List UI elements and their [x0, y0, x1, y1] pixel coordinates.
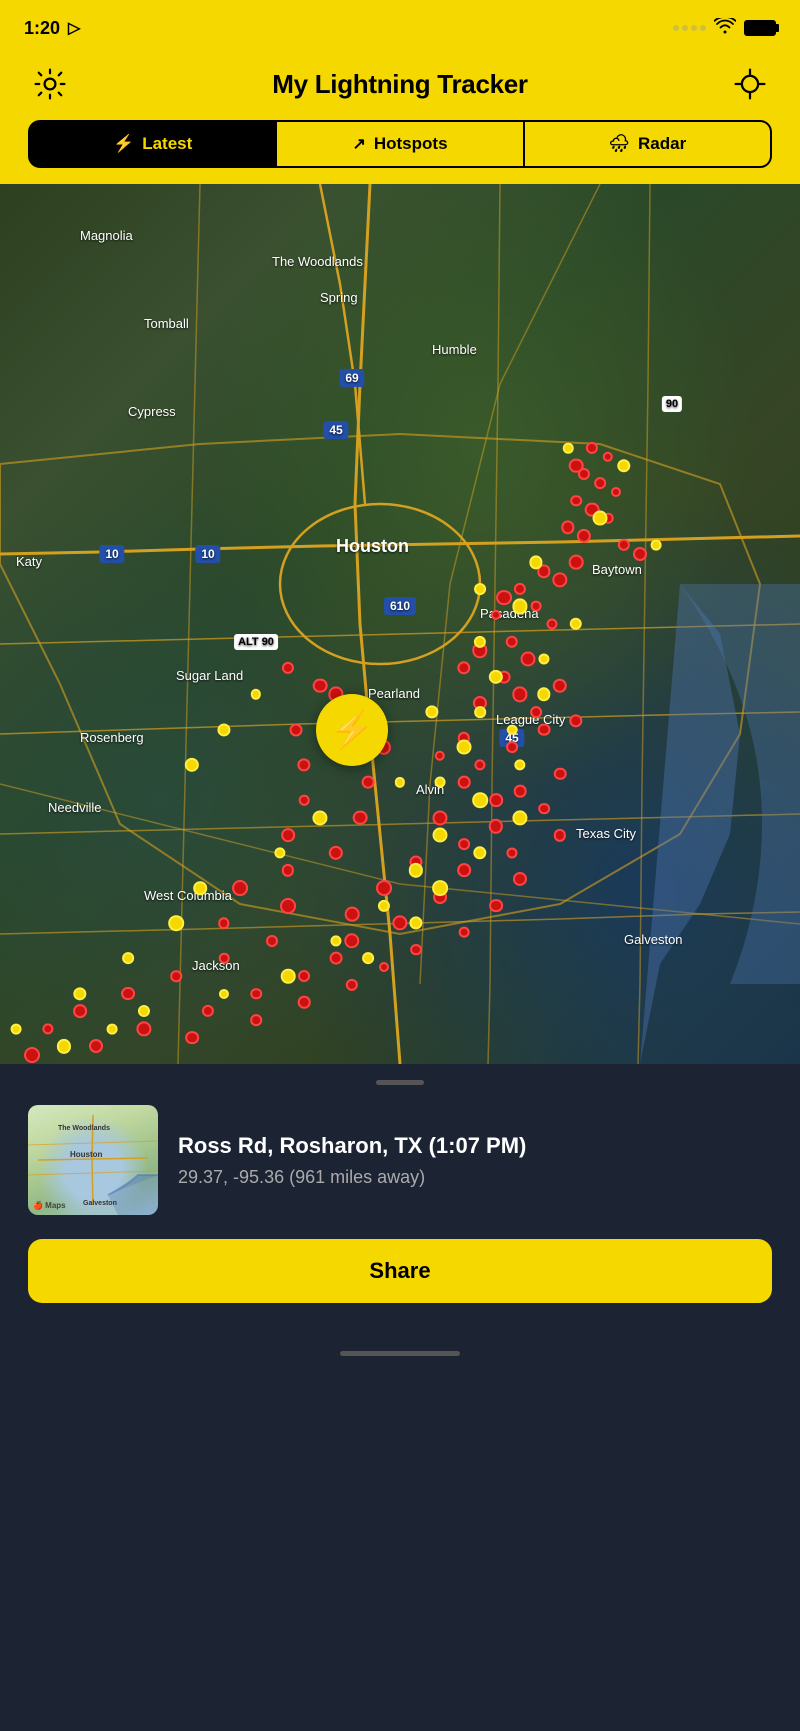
tab-hotspots-label: Hotspots [374, 134, 448, 154]
location-name: Ross Rd, Rosharon, TX (1:07 PM) [178, 1132, 772, 1161]
tab-latest[interactable]: ⚡ Latest [28, 120, 277, 168]
bottom-sheet: The Woodlands Houston Galveston 🍎 Maps R… [0, 1064, 800, 1335]
tab-radar[interactable]: 🌧 Radar [525, 120, 772, 168]
location-coordinates: 29.37, -95.36 (961 miles away) [178, 1167, 772, 1188]
radar-tab-icon: 🌧 [608, 134, 630, 154]
svg-text:Houston: Houston [70, 1150, 103, 1159]
battery-icon [744, 20, 776, 36]
svg-text:Galveston: Galveston [83, 1200, 117, 1207]
locate-button[interactable] [728, 62, 772, 106]
status-time: 1:20 [24, 18, 60, 39]
page-title: My Lightning Tracker [272, 69, 528, 100]
svg-text:The Woodlands: The Woodlands [58, 1125, 110, 1132]
location-thumbnail: The Woodlands Houston Galveston 🍎 Maps [28, 1105, 158, 1215]
tab-bar: ⚡ Latest ↗ Hotspots 🌧 Radar [0, 120, 800, 184]
share-button[interactable]: Share [28, 1239, 772, 1303]
map-view[interactable]: The WoodlandsMagnoliaTomballSpringHumble… [0, 184, 800, 1064]
home-bar [340, 1351, 460, 1356]
thumbnail-roads: The Woodlands Houston Galveston [28, 1105, 158, 1215]
location-info: Ross Rd, Rosharon, TX (1:07 PM) 29.37, -… [178, 1132, 772, 1188]
location-detail: The Woodlands Houston Galveston 🍎 Maps R… [28, 1105, 772, 1215]
tab-radar-label: Radar [638, 134, 686, 154]
wifi-icon [714, 18, 736, 39]
signal-icon [673, 25, 706, 31]
lightning-tab-icon: ⚡ [113, 134, 134, 154]
status-indicators [673, 18, 776, 39]
status-time-area: 1:20 ▷ [24, 18, 80, 39]
crosshair-icon [732, 66, 768, 102]
location-icon: ▷ [68, 18, 80, 38]
map-roads [0, 184, 800, 1064]
header: My Lightning Tracker [0, 52, 800, 120]
share-label: Share [369, 1258, 430, 1284]
settings-button[interactable] [28, 62, 72, 106]
tab-hotspots[interactable]: ↗ Hotspots [277, 120, 524, 168]
hotspots-tab-icon: ↗ [352, 134, 365, 154]
status-bar: 1:20 ▷ [0, 0, 800, 52]
tab-latest-label: Latest [142, 134, 192, 154]
home-indicator [0, 1335, 800, 1371]
sheet-handle [376, 1080, 424, 1085]
gear-icon [32, 66, 68, 102]
apple-maps-label: 🍎 Maps [33, 1201, 66, 1210]
